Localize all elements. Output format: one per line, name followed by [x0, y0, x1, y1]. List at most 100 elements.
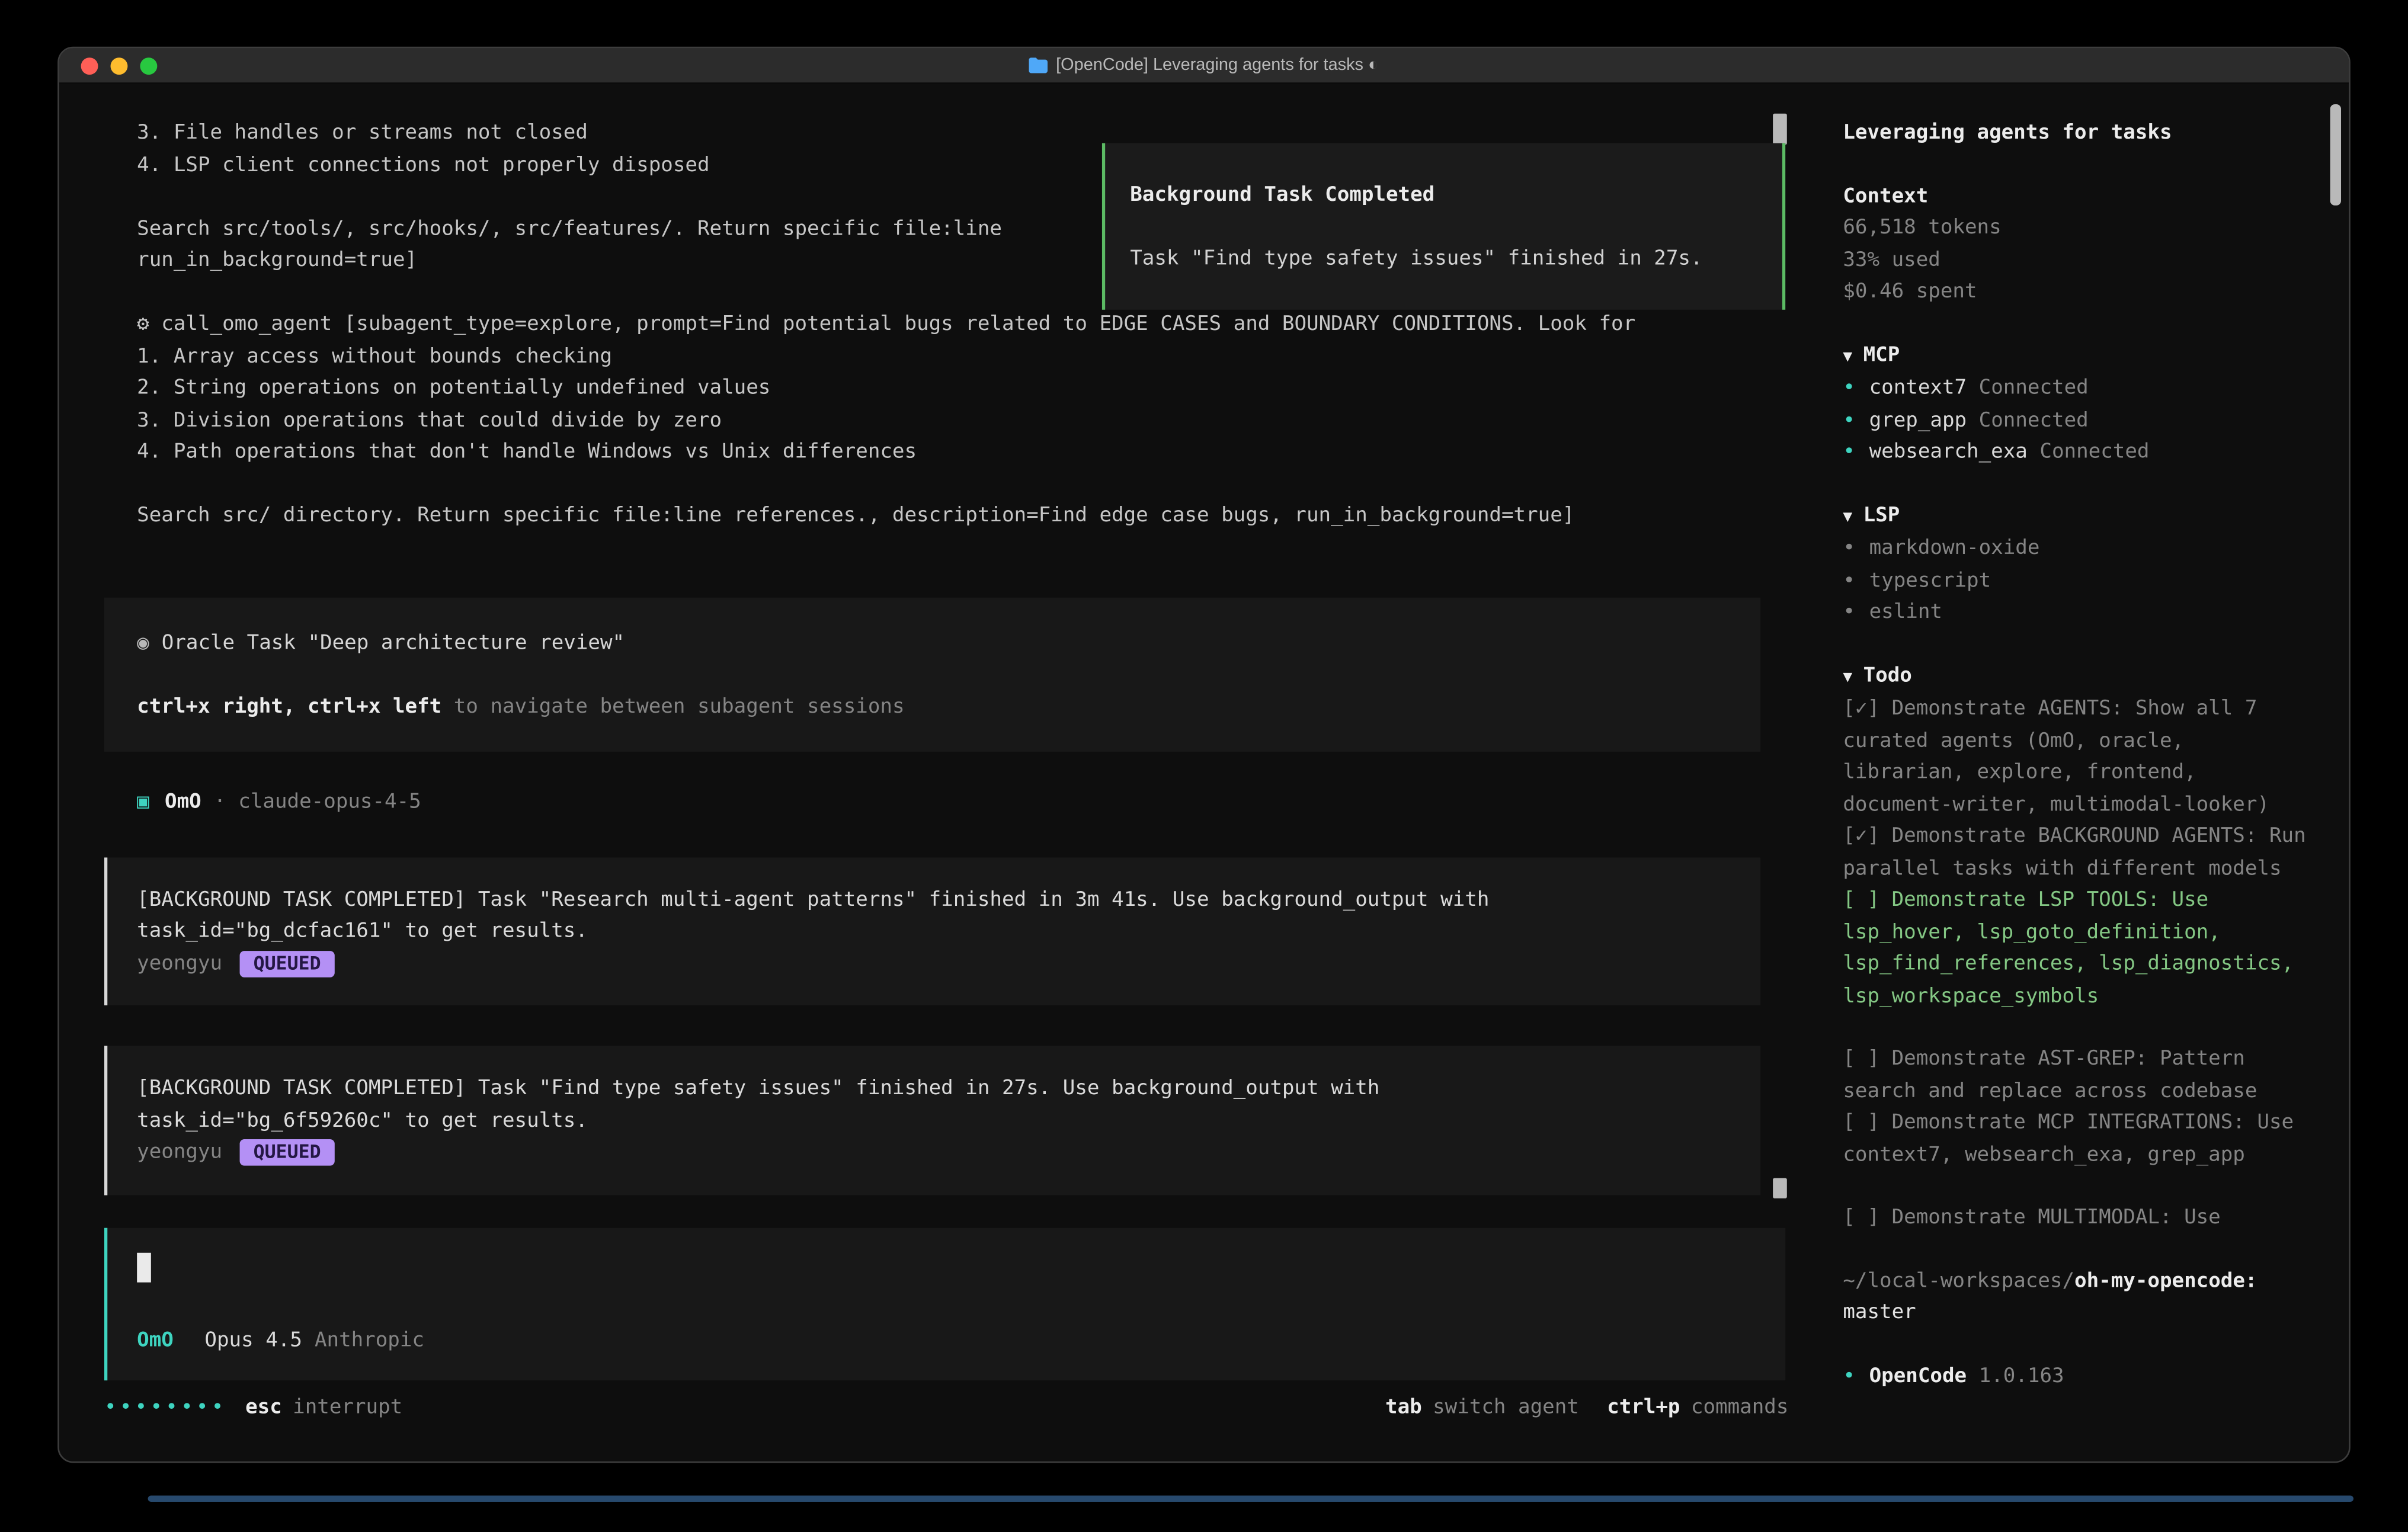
terminal-line: 3. Division operations that could divide… [137, 405, 1818, 437]
bullet-icon: • [1843, 409, 1855, 432]
background-window-edge [148, 1496, 2353, 1502]
message-card: [BACKGROUND TASK COMPLETED] Task "Resear… [104, 857, 1760, 1005]
todo-item-pending: [ ] Demonstrate MULTIMODAL: Use [1843, 1203, 2313, 1235]
mcp-heading[interactable]: ▼MCP [1843, 340, 2317, 373]
session-sidebar: Leveraging agents for tasks Context 66,5… [1818, 84, 2349, 1462]
message-author: yeongyu [137, 951, 222, 975]
provider-label: Anthropic [315, 1329, 424, 1352]
bullet-icon: • [1843, 1364, 1855, 1387]
todo-heading[interactable]: ▼Todo [1843, 661, 2317, 694]
status-badge: QUEUED [239, 1139, 335, 1166]
prompt-input[interactable]: OmO Opus 4.5 Anthropic [104, 1227, 1785, 1379]
message-card: [BACKGROUND TASK COMPLETED] Task "Find t… [104, 1046, 1760, 1194]
active-model-label: Opus 4.5 [204, 1329, 302, 1352]
mcp-item: •context7 Connected [1843, 373, 2317, 405]
mcp-item: •grep_app Connected [1843, 405, 2317, 437]
bullet-icon: • [1843, 440, 1855, 463]
opencode-window: [OpenCode] Leveraging agents for tasks ◐… [57, 47, 2351, 1463]
zoom-window-button[interactable] [140, 57, 157, 74]
context-section: Context 66,518 tokens 33% used $0.46 spe… [1843, 181, 2317, 309]
close-window-button[interactable] [81, 57, 98, 74]
session-title: Leveraging agents for tasks [1843, 118, 2317, 150]
titlebar[interactable]: [OpenCode] Leveraging agents for tasks ◐ [59, 48, 2349, 84]
spinner-dots-icon: •••••••• [104, 1395, 227, 1418]
context-spent: $0.46 spent [1843, 277, 2317, 309]
terminal-line [137, 469, 1818, 501]
message-text: task_id="bg_6f59260c" to get results. [137, 1105, 1729, 1137]
text-cursor [137, 1252, 151, 1281]
bullet-icon: • [1843, 569, 1855, 592]
window-title-text: [OpenCode] Leveraging agents for tasks ◐ [1056, 56, 1378, 75]
chevron-down-icon: ▼ [1843, 508, 1852, 525]
mcp-item: •websearch_exa Connected [1843, 437, 2317, 469]
terminal-line: 1. Array access without bounds checking [137, 342, 1818, 374]
background-task-notification: Background Task Completed Task "Find typ… [1102, 143, 1785, 309]
app-name: OpenCode [1869, 1364, 1967, 1387]
message-meta: yeongyu QUEUED [137, 948, 1729, 980]
agent-model: claude-opus-4-5 [238, 791, 421, 814]
todo-item-done: [✓] Demonstrate BACKGROUND AGENTS: Run p… [1843, 822, 2313, 886]
scrollbar-thumb[interactable] [1773, 114, 1787, 145]
tab-key-hint: tab [1385, 1395, 1422, 1418]
bullet-icon: • [1843, 377, 1855, 400]
workspace-section: ~/local-workspaces/oh-my-opencode: maste… [1843, 1266, 2317, 1330]
context-used: 33% used [1843, 245, 2317, 277]
chevron-down-icon: ▼ [1843, 668, 1852, 685]
input-meta: OmO Opus 4.5 Anthropic [137, 1326, 1754, 1358]
notification-body: Task "Find type safety issues" finished … [1130, 244, 1757, 276]
oracle-task-panel[interactable]: ◉Oracle Task "Deep architecture review" … [104, 597, 1760, 751]
bullet-icon: • [1843, 601, 1855, 624]
message-text: task_id="bg_dcfac161" to get results. [137, 916, 1729, 948]
traffic-lights [81, 57, 158, 74]
message-author: yeongyu [137, 1141, 222, 1164]
app-version: 1.0.163 [1979, 1364, 2064, 1387]
lsp-section: ▼LSP •markdown-oxide •typescript •eslint [1843, 501, 2317, 630]
lsp-item: •typescript [1843, 566, 2317, 598]
active-agent-label: OmO [137, 1329, 174, 1352]
status-left: •••••••• esc interrupt [104, 1392, 402, 1424]
folder-icon [1029, 57, 1048, 73]
tool-call-text: call_omo_agent [subagent_type=explore, p… [161, 313, 1635, 336]
context-tokens: 66,518 tokens [1843, 213, 2317, 245]
subagent-navigation-hint: ctrl+x right, ctrl+x left to navigate be… [137, 692, 1729, 724]
minimize-window-button[interactable] [111, 57, 128, 74]
agent-header: ▣OmO·claude-opus-4-5 [104, 787, 1818, 819]
lsp-item: •markdown-oxide [1843, 534, 2317, 566]
todo-item-active: [ ] Demonstrate LSP TOOLS: Use lsp_hover… [1843, 886, 2313, 1013]
oracle-task-title-line: ◉Oracle Task "Deep architecture review" [137, 628, 1729, 660]
todo-item-pending: [ ] Demonstrate MCP INTEGRATIONS: Use co… [1843, 1108, 2313, 1172]
notification-title: Background Task Completed [1130, 181, 1757, 213]
todo-item-pending: [ ] Demonstrate AST-GREP: Pattern search… [1843, 1044, 2313, 1108]
sidebar-scrollbar-thumb[interactable] [2330, 104, 2341, 206]
message-text: [BACKGROUND TASK COMPLETED] Task "Find t… [137, 1074, 1729, 1106]
chevron-down-icon: ▼ [1843, 348, 1852, 365]
window-title: [OpenCode] Leveraging agents for tasks ◐ [59, 56, 2349, 75]
lsp-heading[interactable]: ▼LSP [1843, 501, 2317, 534]
fisheye-icon: ◉ [137, 631, 149, 654]
esc-key-label: interrupt [293, 1395, 402, 1418]
esc-key-hint: esc [245, 1395, 282, 1418]
hint-text: to navigate between subagent sessions [441, 695, 904, 718]
todo-section: ▼Todo [✓] Demonstrate AGENTS: Show all 7… [1843, 661, 2317, 1235]
separator-dot: · [214, 791, 226, 814]
todo-item-done: [✓] Demonstrate AGENTS: Show all 7 curat… [1843, 694, 2313, 822]
mcp-section: ▼MCP •context7 Connected •grep_app Conne… [1843, 340, 2317, 469]
terminal-line: 4. Path operations that don't handle Win… [137, 437, 1818, 469]
tool-call-line: ⚙ call_omo_agent [subagent_type=explore,… [137, 310, 1818, 342]
version-line: • OpenCode 1.0.163 [1843, 1361, 2317, 1393]
ctrlp-key-label: commands [1691, 1395, 1789, 1418]
workspace-path: ~/local-workspaces/oh-my-opencode: [1843, 1266, 2317, 1298]
context-heading: Context [1843, 181, 2317, 213]
repo-name: oh-my-opencode: [2074, 1269, 2257, 1292]
scrollbar-thumb[interactable] [1773, 1178, 1787, 1198]
message-meta: yeongyu QUEUED [137, 1137, 1729, 1169]
branch-name: master [1843, 1298, 2317, 1330]
version-section: • OpenCode 1.0.163 [1843, 1361, 2317, 1393]
status-badge: QUEUED [239, 950, 335, 977]
ctrlp-key-hint: ctrl+p [1607, 1395, 1680, 1418]
desktop: [OpenCode] Leveraging agents for tasks ◐… [0, 0, 2408, 1531]
agent-name: OmO [165, 791, 201, 814]
tab-key-label: switch agent [1433, 1395, 1579, 1418]
terminal-line: Search src/ directory. Return specific f… [137, 501, 1818, 533]
lsp-item: •eslint [1843, 598, 2317, 630]
